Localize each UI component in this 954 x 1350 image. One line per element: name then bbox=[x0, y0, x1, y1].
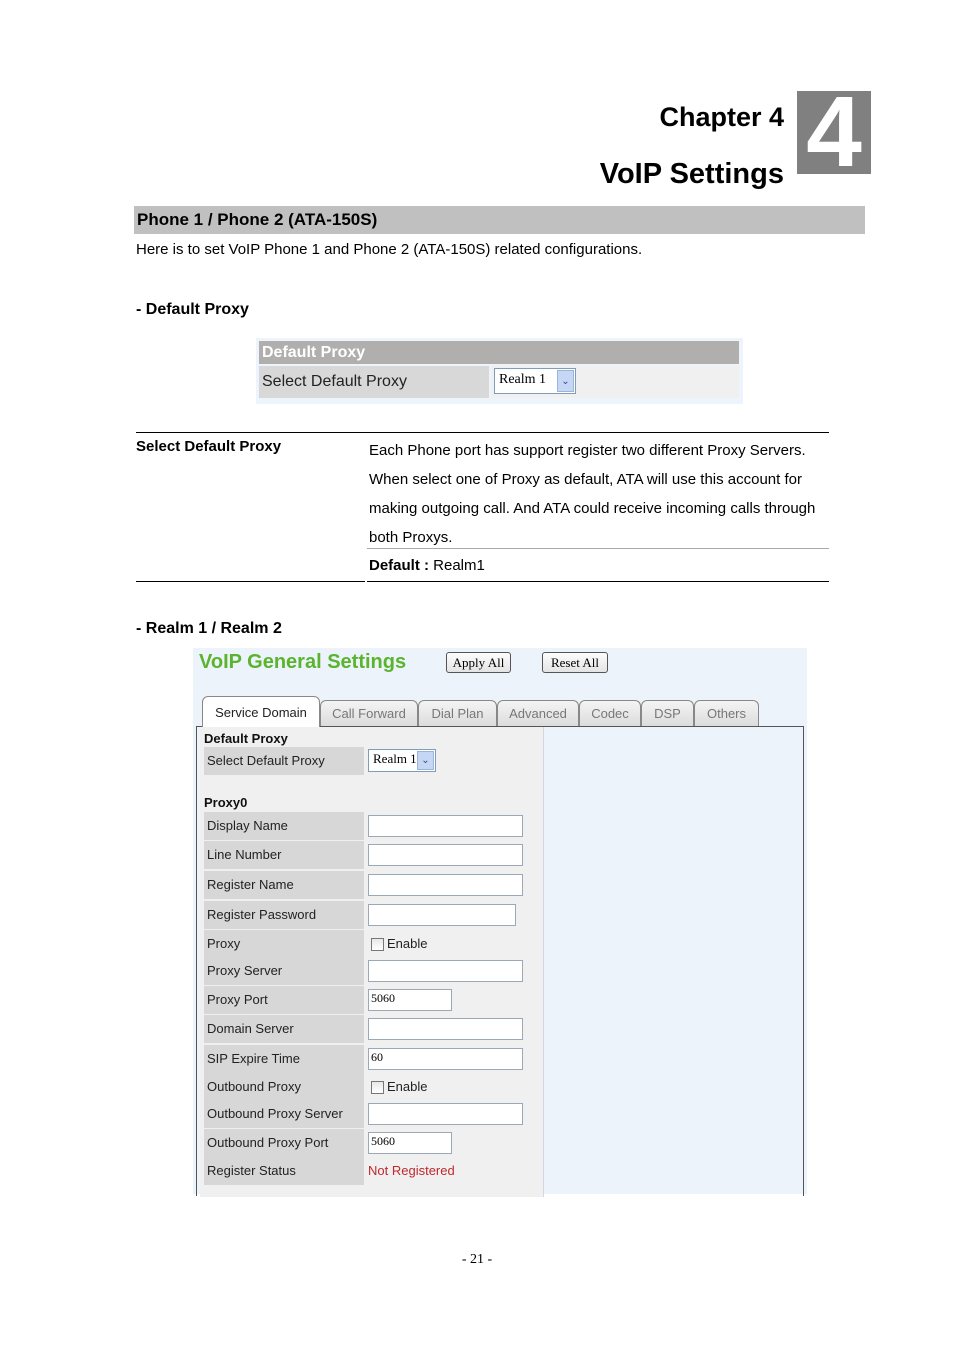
outbound-proxy-value-cell: Enable bbox=[366, 1073, 544, 1101]
chapter-title: Chapter 4 bbox=[659, 102, 784, 132]
default-label: Default : bbox=[369, 557, 429, 574]
proxy0-group-label: Proxy0 bbox=[204, 795, 248, 810]
tab-call-forward[interactable]: Call Forward bbox=[320, 700, 418, 726]
default-proxy-group-label: Default Proxy bbox=[204, 731, 288, 746]
line-number-label: Line Number bbox=[204, 841, 364, 869]
tab-others[interactable]: Others bbox=[694, 700, 759, 726]
chapter-number-badge: 4 bbox=[797, 91, 871, 174]
proxy-value-cell: Enable bbox=[366, 930, 544, 958]
tab-content: Default Proxy Select Default Proxy Realm… bbox=[196, 726, 804, 1197]
outbound-proxy-port-value-cell: 5060 bbox=[366, 1129, 544, 1157]
register-password-input[interactable] bbox=[368, 904, 516, 926]
domain-server-input[interactable] bbox=[368, 1018, 523, 1040]
proxy-port-label: Proxy Port bbox=[204, 986, 364, 1014]
proxy-server-input[interactable] bbox=[368, 960, 523, 982]
default-value: Realm1 bbox=[429, 557, 485, 574]
field-label: Select Default Proxy bbox=[204, 747, 364, 775]
select-value: Realm 1 bbox=[499, 372, 547, 387]
proxy-port-row: Proxy Port 5060 bbox=[204, 986, 544, 1014]
register-password-label: Register Password bbox=[204, 901, 364, 929]
line-number-row: Line Number bbox=[204, 841, 544, 869]
outbound-proxy-server-row: Outbound Proxy Server bbox=[204, 1100, 544, 1128]
page-number: - 21 - bbox=[461, 1252, 493, 1267]
outbound-proxy-server-input[interactable] bbox=[368, 1103, 523, 1125]
proxy-server-value-cell bbox=[366, 957, 544, 985]
default-proxy-widget: Default Proxy Select Default Proxy Realm… bbox=[256, 338, 743, 404]
register-status-label: Register Status bbox=[204, 1157, 364, 1185]
proxy-server-row: Proxy Server bbox=[204, 957, 544, 985]
default-proxy-select[interactable]: Realm 1 ⌄ bbox=[368, 749, 436, 772]
field-value-cell: Realm 1 ⌄ bbox=[366, 747, 544, 775]
desc-key: Select Default Proxy bbox=[136, 438, 282, 455]
checkbox-label: Enable bbox=[387, 936, 428, 951]
select-value: Realm 1 bbox=[373, 751, 417, 766]
table-bottom-rule-left bbox=[136, 581, 365, 582]
tab-dsp[interactable]: DSP bbox=[641, 700, 694, 726]
proxy-row: Proxy Enable bbox=[204, 930, 544, 958]
outbound-proxy-port-input[interactable]: 5060 bbox=[368, 1132, 452, 1154]
select-default-proxy-label: Select Default Proxy bbox=[259, 366, 489, 398]
outbound-proxy-row: Outbound Proxy Enable bbox=[204, 1073, 544, 1101]
outbound-proxy-server-label: Outbound Proxy Server bbox=[204, 1100, 364, 1128]
service-domain-form: Default Proxy Select Default Proxy Realm… bbox=[200, 727, 544, 1197]
line-number-value-cell bbox=[366, 841, 544, 869]
proxy-enable-checkbox[interactable] bbox=[371, 938, 384, 951]
register-status-row: Register Status Not Registered bbox=[204, 1157, 544, 1185]
sip-expire-time-value-cell: 60 bbox=[366, 1045, 544, 1073]
panel-title: VoIP General Settings bbox=[199, 651, 407, 673]
select-default-proxy-cell: Realm 1 ⌄ bbox=[491, 366, 739, 398]
outbound-proxy-server-value-cell bbox=[366, 1100, 544, 1128]
section-heading: Phone 1 / Phone 2 (ATA-150S) bbox=[134, 206, 865, 234]
register-status-value-cell: Not Registered bbox=[366, 1157, 544, 1185]
proxy-port-input[interactable]: 5060 bbox=[368, 989, 452, 1011]
register-password-value-cell bbox=[366, 901, 544, 929]
domain-server-value-cell bbox=[366, 1015, 544, 1043]
register-name-label: Register Name bbox=[204, 871, 364, 899]
desc-default: Default : Realm1 bbox=[369, 557, 485, 574]
reset-all-button[interactable]: Reset All bbox=[542, 652, 608, 673]
table-top-rule bbox=[136, 432, 829, 433]
proxy-port-value-cell: 5060 bbox=[366, 986, 544, 1014]
desc-text: Each Phone port has support register two… bbox=[369, 442, 816, 546]
register-password-row: Register Password bbox=[204, 901, 544, 929]
realm-subheading: - Realm 1 / Realm 2 bbox=[136, 620, 282, 637]
display-name-input[interactable] bbox=[368, 815, 523, 837]
display-name-value-cell bbox=[366, 812, 544, 840]
table-bottom-rule-right bbox=[367, 581, 829, 582]
widget-header: Default Proxy bbox=[259, 341, 739, 364]
register-status-value: Not Registered bbox=[368, 1163, 455, 1178]
register-name-input[interactable] bbox=[368, 874, 523, 896]
proxy-server-label: Proxy Server bbox=[204, 957, 364, 985]
outbound-proxy-port-row: Outbound Proxy Port 5060 bbox=[204, 1129, 544, 1157]
register-name-value-cell bbox=[366, 871, 544, 899]
sip-expire-time-label: SIP Expire Time bbox=[204, 1045, 364, 1073]
chapter-subtitle: VoIP Settings bbox=[599, 158, 784, 190]
apply-all-button[interactable]: Apply All bbox=[446, 652, 511, 673]
outbound-proxy-label: Outbound Proxy bbox=[204, 1073, 364, 1101]
display-name-label: Display Name bbox=[204, 812, 364, 840]
default-proxy-select[interactable]: Realm 1 ⌄ bbox=[494, 368, 576, 394]
display-name-row: Display Name bbox=[204, 812, 544, 840]
select-default-proxy-row: Select Default Proxy Realm 1 ⌄ bbox=[204, 747, 544, 775]
domain-server-label: Domain Server bbox=[204, 1015, 364, 1043]
outbound-proxy-enable-checkbox[interactable] bbox=[371, 1081, 384, 1094]
outbound-proxy-port-label: Outbound Proxy Port bbox=[204, 1129, 364, 1157]
tab-advanced[interactable]: Advanced bbox=[497, 700, 579, 726]
checkbox-label: Enable bbox=[387, 1079, 428, 1094]
register-name-row: Register Name bbox=[204, 871, 544, 899]
voip-settings-panel: VoIP General Settings Apply All Reset Al… bbox=[193, 648, 807, 1197]
domain-server-row: Domain Server bbox=[204, 1015, 544, 1043]
line-number-input[interactable] bbox=[368, 844, 523, 866]
tab-dial-plan[interactable]: Dial Plan bbox=[418, 700, 497, 726]
default-proxy-subheading: - Default Proxy bbox=[136, 301, 249, 318]
sip-expire-time-input[interactable]: 60 bbox=[368, 1048, 523, 1070]
sip-expire-time-row: SIP Expire Time 60 bbox=[204, 1045, 544, 1073]
desc-separator bbox=[367, 548, 829, 549]
section-intro: Here is to set VoIP Phone 1 and Phone 2 … bbox=[136, 241, 643, 258]
proxy-label: Proxy bbox=[204, 930, 364, 958]
chevron-down-icon[interactable]: ⌄ bbox=[417, 751, 434, 770]
tab-service-domain[interactable]: Service Domain bbox=[202, 696, 320, 727]
chevron-down-icon[interactable]: ⌄ bbox=[557, 370, 574, 392]
tab-codec[interactable]: Codec bbox=[579, 700, 641, 726]
